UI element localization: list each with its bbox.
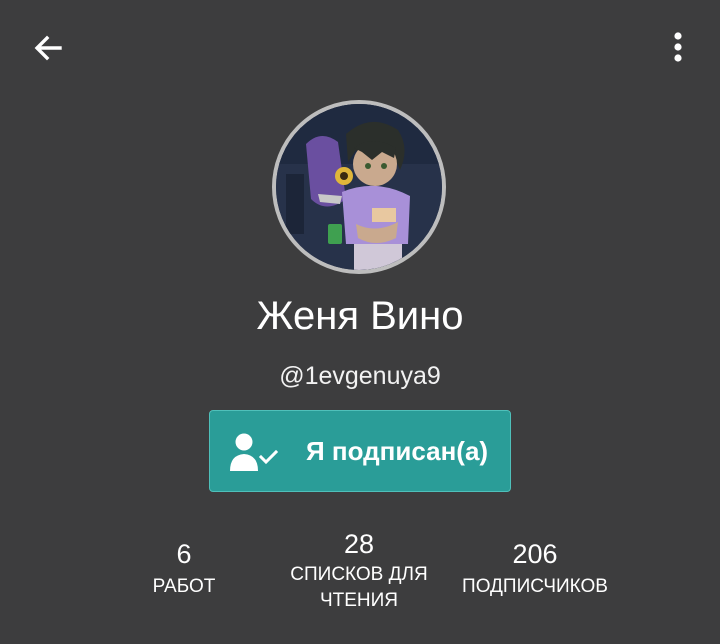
following-button[interactable]: Я подписан(а) [209, 410, 511, 492]
user-check-icon [230, 433, 279, 471]
avatar-image [276, 104, 442, 270]
profile-avatar[interactable] [272, 100, 446, 274]
reading-lists-label-line2: ЧТЕНИЯ [319, 590, 399, 611]
arrow-left-icon [34, 35, 62, 61]
stat-works[interactable]: 6 РАБОТ [124, 538, 244, 598]
profile-handle: @1evgenuya9 [279, 362, 441, 390]
reading-lists-label-line1: СПИСКОВ ДЛЯ [290, 564, 428, 585]
followers-count: 206 [512, 539, 558, 569]
works-label: РАБОТ [152, 576, 216, 597]
back-button[interactable] [28, 28, 68, 68]
more-vertical-icon [674, 32, 682, 62]
reading-lists-count: 28 [343, 529, 375, 559]
stat-followers[interactable]: 206 ПОДПИСЧИКОВ [450, 538, 620, 598]
works-count: 6 [176, 539, 192, 569]
top-bar [0, 0, 720, 96]
more-options-button[interactable] [662, 26, 694, 68]
stat-reading-lists[interactable]: 28 СПИСКОВ ДЛЯ ЧТЕНИЯ [274, 528, 444, 612]
profile-name: Женя Вино [256, 294, 464, 338]
followers-label: ПОДПИСЧИКОВ [462, 576, 608, 597]
following-button-label: Я подписан(а) [306, 436, 489, 466]
